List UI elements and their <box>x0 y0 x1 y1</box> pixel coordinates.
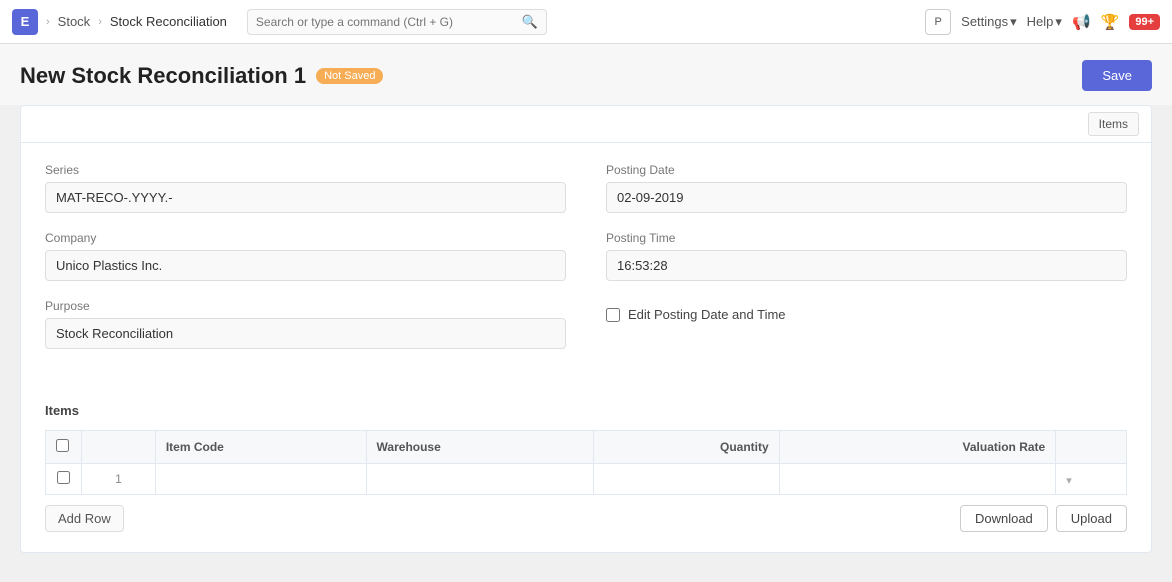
company-group: Company <box>45 231 566 281</box>
notification-badge[interactable]: 99+ <box>1129 14 1160 30</box>
tab-bar: Items <box>21 106 1151 143</box>
select-all-checkbox[interactable] <box>56 439 69 452</box>
search-icon: 🔍 <box>522 14 538 30</box>
col-empty <box>82 431 156 464</box>
col-quantity: Quantity <box>593 431 779 464</box>
row-checkbox[interactable] <box>57 471 70 484</box>
status-badge: Not Saved <box>316 68 383 84</box>
series-input[interactable] <box>45 182 566 213</box>
search-input[interactable] <box>256 15 522 29</box>
edit-datetime-row: Edit Posting Date and Time <box>606 307 1127 322</box>
company-label: Company <box>45 231 566 245</box>
row-checkbox-cell <box>46 464 82 495</box>
posting-date-input[interactable] <box>606 182 1127 213</box>
form-row-3: Purpose Edit Posting Date and Time <box>45 299 1127 349</box>
download-button[interactable]: Download <box>960 505 1048 532</box>
table-footer: Add Row Download Upload <box>45 495 1127 532</box>
breadcrumb-chevron1: › <box>46 16 50 28</box>
main-content: Items Series Posting Date Company <box>0 105 1172 553</box>
posting-date-label: Posting Date <box>606 163 1127 177</box>
row-item-code[interactable] <box>155 464 366 495</box>
purpose-group: Purpose <box>45 299 566 349</box>
megaphone-icon[interactable]: 📢 <box>1072 13 1091 31</box>
settings-chevron-icon: ▾ <box>1010 14 1017 30</box>
col-item-code: Item Code <box>155 431 366 464</box>
items-section: Items Item Code Warehouse Quantity Valua… <box>21 387 1151 552</box>
search-bar[interactable]: 🔍 <box>247 9 547 35</box>
breadcrumb-stock-reconciliation[interactable]: Stock Reconciliation <box>110 14 227 29</box>
help-button[interactable]: Help ▾ <box>1027 14 1062 30</box>
help-chevron-icon: ▾ <box>1055 14 1062 30</box>
posting-time-group: Posting Time <box>606 231 1127 281</box>
posting-time-label: Posting Time <box>606 231 1127 245</box>
tab-items[interactable]: Items <box>1088 112 1139 136</box>
page-title: New Stock Reconciliation 1 <box>20 63 306 89</box>
app-logo: E <box>12 9 38 35</box>
company-input[interactable] <box>45 250 566 281</box>
series-group: Series <box>45 163 566 213</box>
table-actions: Download Upload <box>960 505 1127 532</box>
breadcrumb-chevron2: › <box>98 16 102 28</box>
row-dropdown-cell: ▾ <box>1056 464 1127 495</box>
row-quantity[interactable] <box>593 464 779 495</box>
page-header: New Stock Reconciliation 1 Not Saved Sav… <box>0 44 1172 105</box>
page-title-area: New Stock Reconciliation 1 Not Saved <box>20 63 383 89</box>
form-fields: Series Posting Date Company Posting Time <box>21 143 1151 387</box>
upload-button[interactable]: Upload <box>1056 505 1127 532</box>
add-row-button[interactable]: Add Row <box>45 505 124 532</box>
col-valuation-rate: Valuation Rate <box>779 431 1056 464</box>
form-row-1: Series Posting Date <box>45 163 1127 213</box>
row-valuation-rate[interactable] <box>779 464 1056 495</box>
form-row-2: Company Posting Time <box>45 231 1127 281</box>
topbar-right-actions: P Settings ▾ Help ▾ 📢 🏆 99+ <box>925 9 1160 35</box>
settings-button[interactable]: Settings ▾ <box>961 14 1017 30</box>
col-actions <box>1056 431 1127 464</box>
col-warehouse: Warehouse <box>366 431 593 464</box>
series-label: Series <box>45 163 566 177</box>
table-header-row: Item Code Warehouse Quantity Valuation R… <box>46 431 1127 464</box>
edit-datetime-checkbox[interactable] <box>606 308 620 322</box>
form-card: Items Series Posting Date Company <box>20 105 1152 553</box>
posting-date-group: Posting Date <box>606 163 1127 213</box>
table-row: 1 ▾ <box>46 464 1127 495</box>
row-warehouse[interactable] <box>366 464 593 495</box>
col-checkbox <box>46 431 82 464</box>
posting-time-input[interactable] <box>606 250 1127 281</box>
purpose-input[interactable] <box>45 318 566 349</box>
items-section-title: Items <box>45 403 1127 418</box>
breadcrumb-stock[interactable]: Stock <box>58 14 91 29</box>
items-table: Item Code Warehouse Quantity Valuation R… <box>45 430 1127 495</box>
row-chevron-icon[interactable]: ▾ <box>1066 475 1072 487</box>
trophy-icon[interactable]: 🏆 <box>1101 13 1120 31</box>
edit-datetime-group: Edit Posting Date and Time <box>606 299 1127 349</box>
purpose-label: Purpose <box>45 299 566 313</box>
profile-button[interactable]: P <box>925 9 951 35</box>
edit-datetime-label[interactable]: Edit Posting Date and Time <box>628 307 786 322</box>
save-button[interactable]: Save <box>1082 60 1152 91</box>
row-number: 1 <box>82 464 156 495</box>
topbar: E › Stock › Stock Reconciliation 🔍 P Set… <box>0 0 1172 44</box>
